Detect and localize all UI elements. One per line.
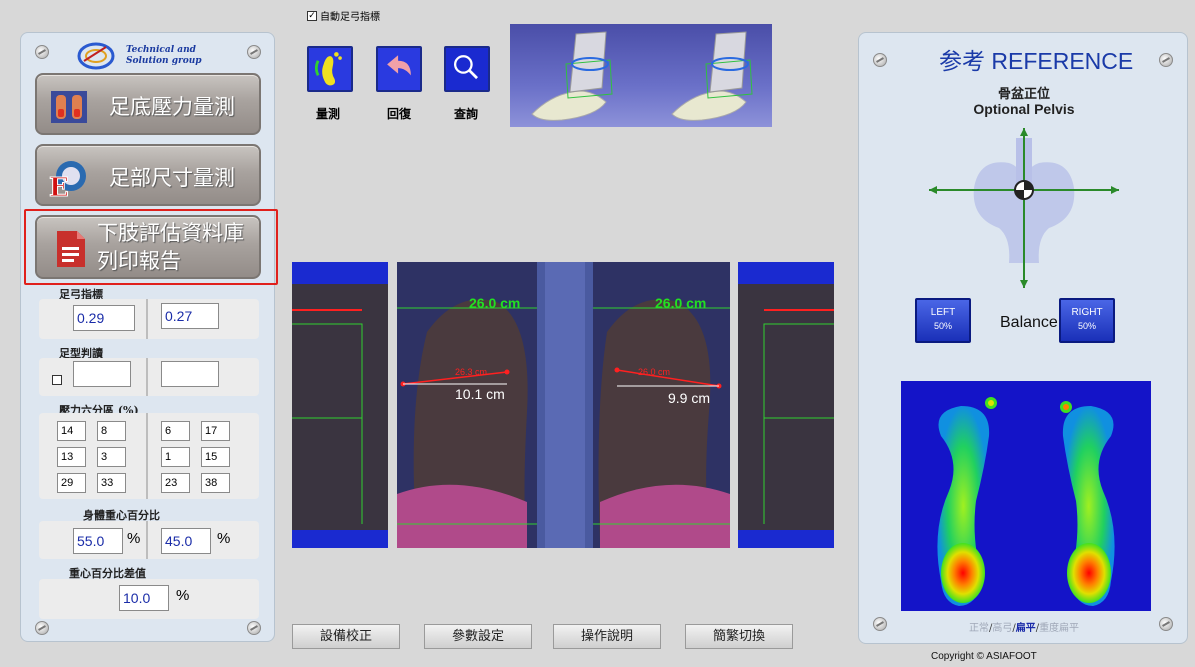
divider (146, 413, 148, 499)
undo-arrow-icon (387, 55, 411, 76)
calibration-button[interactable]: 設備校正 (292, 624, 400, 649)
foot-type-normal: 正常 (968, 623, 989, 634)
pressure-zone-cell: 6 (161, 421, 190, 441)
left-side-scan-image (292, 284, 388, 530)
screw-icon (247, 45, 261, 59)
foot-3d-preview (510, 24, 772, 127)
divider (146, 358, 148, 396)
foot-size-icon: E (49, 161, 86, 198)
auto-arch-label: 自動足弓指標 (320, 12, 380, 23)
arch-index-group (39, 299, 259, 339)
undo-button[interactable] (376, 46, 422, 92)
reference-panel: 参考 REFERENCE 骨盆正位 Optional Pelvis LEFT 5… (858, 32, 1188, 644)
left-balance-button[interactable]: LEFT 50% (915, 298, 971, 343)
auto-arch-checkbox[interactable]: ✓ 自動足弓指標 (307, 8, 380, 23)
left-side-camera-view (292, 262, 388, 548)
foot-type-legend: 正常/高弓/扁平/重度扁平 (968, 623, 1080, 634)
right-foot-length: 26.0 cm (655, 295, 707, 311)
right-red-measure: 26.0 cm (638, 367, 671, 377)
measure-label: 量測 (316, 107, 341, 121)
nav-plantar-pressure-button[interactable]: 足底壓力量測 (35, 73, 261, 135)
pressure-zone-cell: 1 (161, 447, 190, 467)
foot-pressure-heatmap-image (901, 381, 1151, 611)
measure-button[interactable] (307, 46, 353, 92)
left-foot-length: 26.0 cm (469, 295, 521, 311)
search-icon (453, 55, 479, 80)
foot-type-checkbox[interactable] (52, 375, 62, 385)
company-logo: Technical and Solution group (76, 39, 216, 73)
cog-left-field[interactable]: 55.0 (73, 528, 123, 554)
logo-line2: Solution group (126, 56, 202, 66)
foot-scan-view: 26.0 cm 26.0 cm 26.3 cm 26.0 cm 10.1 cm … (397, 262, 730, 548)
pelvis-balance-diagram (929, 128, 1119, 288)
pelvis-title-cn: 骨盆正位 (997, 87, 1050, 102)
right-balance-value: 50% (1077, 321, 1096, 331)
right-side-camera-view (738, 262, 834, 548)
pressure-zone-cell: 38 (201, 473, 230, 493)
nav-foot-size-label: 足部尺寸量測 (109, 166, 235, 190)
foot-type-high-arch: 高弓 (992, 623, 1013, 634)
nav-plantar-pressure-label: 足底壓力量測 (109, 95, 235, 119)
query-label: 查詢 (454, 107, 479, 121)
language-toggle-button[interactable]: 簡繁切換 (685, 624, 793, 649)
screw-icon (35, 621, 49, 635)
cog-left-unit: % (127, 530, 141, 547)
screw-icon (1159, 53, 1173, 67)
screw-icon (873, 53, 887, 67)
right-foot-width: 9.9 cm (668, 390, 711, 406)
left-balance-label: LEFT (930, 307, 956, 318)
pressure-zone-cell: 14 (57, 421, 86, 441)
foot-type-left-field[interactable] (73, 361, 131, 387)
right-side-scan-image (738, 284, 834, 530)
pressure-zone-cell: 17 (201, 421, 230, 441)
selection-highlight (24, 209, 278, 285)
pressure-scan-icon (51, 91, 87, 123)
pressure-zone-cell: 13 (57, 447, 86, 467)
reference-title: 参考 REFERENCE (939, 48, 1134, 74)
pressure-zone-cell: 29 (57, 473, 86, 493)
divider (146, 521, 148, 559)
pressure-heatmap (901, 381, 1151, 611)
pressure-zone-cell: 23 (161, 473, 190, 493)
left-panel: Technical and Solution group 足底壓力量測 E 足部… (20, 32, 278, 642)
query-button[interactable] (444, 46, 490, 92)
pressure-zone-cell: 8 (97, 421, 126, 441)
svg-text:E: E (49, 173, 69, 198)
screw-icon (35, 45, 49, 59)
pressure-zone-cell: 15 (201, 447, 230, 467)
nav-foot-size-button[interactable]: E 足部尺寸量測 (35, 144, 261, 206)
balance-label: Balance (1000, 314, 1058, 331)
checkbox-checked-icon: ✓ (307, 10, 317, 21)
foot-type-right-field[interactable] (161, 361, 219, 387)
parameter-settings-button[interactable]: 參數設定 (424, 624, 532, 649)
cog-difference-field[interactable]: 10.0 (119, 585, 169, 611)
screw-icon (247, 621, 261, 635)
undo-label: 回復 (387, 107, 412, 121)
pressure-zone-cell: 3 (97, 447, 126, 467)
foot-type-group (39, 358, 259, 396)
instructions-button[interactable]: 操作說明 (553, 624, 661, 649)
right-balance-button[interactable]: RIGHT 50% (1059, 298, 1115, 343)
logo-line1: Technical and (126, 45, 196, 55)
right-balance-label: RIGHT (1071, 307, 1103, 318)
cog-right-unit: % (217, 530, 231, 547)
left-foot-width: 10.1 cm (455, 386, 505, 402)
cog-difference-unit: % (176, 587, 190, 604)
foot-type-severe-flat: 重度扁平 (1039, 623, 1080, 634)
logo-swirl-icon (77, 42, 115, 70)
footprint-icon (314, 52, 342, 86)
foot-type-flat-active: 扁平 (1015, 623, 1036, 634)
left-red-measure: 26.3 cm (455, 367, 488, 377)
arch-index-left-field[interactable]: 0.29 (73, 305, 135, 331)
pelvis-title-en: Optional Pelvis (973, 101, 1075, 117)
copyright-text: Copyright © ASIAFOOT (931, 651, 1037, 662)
arch-index-right-field[interactable]: 0.27 (161, 303, 219, 329)
pressure-zone-cell: 33 (97, 473, 126, 493)
left-balance-value: 50% (933, 321, 952, 331)
foot-3d-model-image (531, 31, 753, 121)
divider (146, 299, 148, 339)
cog-right-field[interactable]: 45.0 (161, 528, 211, 554)
